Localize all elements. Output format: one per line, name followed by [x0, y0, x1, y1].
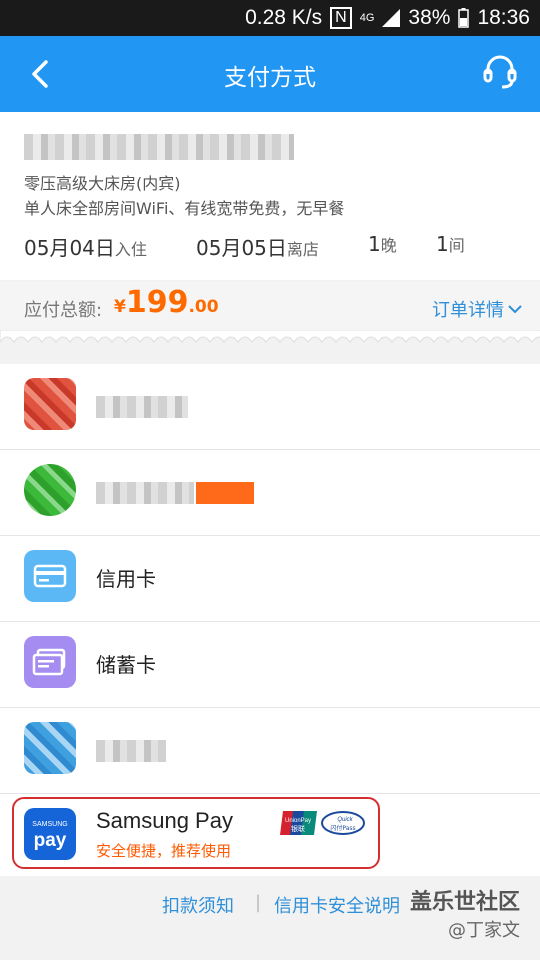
checkin-label: 入住 — [114, 240, 147, 259]
nights-unit: 晚 — [380, 236, 397, 255]
blurred-label — [96, 396, 188, 418]
debit-card-icon — [24, 636, 76, 688]
payment-option-2[interactable] — [0, 450, 540, 536]
ticket-edge — [0, 330, 540, 343]
payment-label: 储蓄卡 — [96, 653, 156, 677]
samsung-pay-subtitle: 安全便捷，推荐使用 — [96, 842, 232, 860]
credit-card-security-link[interactable]: 信用卡安全说明 — [274, 892, 400, 918]
order-details-link[interactable]: 订单详情 — [432, 296, 522, 322]
blurred-payment-icon — [24, 378, 76, 430]
amount-decimal: .00 — [188, 297, 219, 317]
amount-bar: 应付总额: ¥199.00 订单详情 — [0, 281, 540, 333]
watermark-author: @丁家文 — [448, 920, 520, 941]
checkout-date: 05月05日 — [196, 236, 287, 260]
checkout-label: 离店 — [286, 240, 319, 259]
battery-icon — [458, 8, 470, 28]
nfc-icon: N — [330, 7, 352, 29]
status-bar: 0.28 K/s N 4G 38% 18:36 — [0, 0, 540, 36]
order-summary: 零压高级大床房(内宾) 单人床全部房间WiFi、有线宽带免费，无早餐 05月04… — [0, 112, 540, 280]
footer-separator: | — [255, 892, 262, 913]
network-type: 4G — [359, 12, 375, 24]
rooms-count: 1 — [436, 232, 449, 256]
blurred-label — [96, 740, 166, 762]
unionpay-logo-icon: UnionPay 银联 — [280, 811, 317, 835]
page-title: 支付方式 — [224, 65, 316, 91]
amount-label: 应付总额: — [24, 300, 103, 321]
battery-percent: 38% — [408, 6, 451, 29]
svg-text:UnionPay: UnionPay — [285, 818, 311, 824]
app-bar: 支付方式 — [0, 36, 540, 112]
amount-integer: 199 — [125, 285, 189, 320]
blurred-label — [96, 482, 194, 504]
network-speed: 0.28 K/s — [245, 6, 323, 29]
hotel-name-blurred — [24, 134, 294, 160]
credit-card-icon — [24, 550, 76, 602]
blurred-badge — [196, 482, 254, 504]
payment-option-credit-card[interactable]: 信用卡 — [0, 536, 540, 622]
svg-text:银联: 银联 — [291, 824, 305, 833]
currency-symbol: ¥ — [114, 297, 126, 317]
order-details-label: 订单详情 — [432, 300, 504, 321]
payment-label: 信用卡 — [96, 567, 156, 591]
rooms-unit: 间 — [448, 236, 465, 255]
signal-icon — [382, 9, 401, 27]
customer-service-icon[interactable] — [480, 52, 520, 92]
quickpass-logo-icon: Quick 闪付Pass — [321, 811, 365, 835]
watermark-community: 盖乐世社区 — [410, 890, 521, 915]
room-description: 单人床全部房间WiFi、有线宽带免费，无早餐 — [24, 199, 345, 218]
room-type: 零压高级大床房(内宾) — [24, 174, 181, 193]
amount-value: ¥199.00 — [114, 285, 219, 320]
blurred-wechat-icon — [24, 464, 76, 516]
nights-count: 1 — [368, 232, 381, 256]
checkin-date: 05月04日 — [24, 236, 115, 260]
payment-option-1[interactable] — [0, 364, 540, 450]
samsung-pay-title: Samsung Pay — [96, 808, 233, 833]
blurred-payment-icon — [24, 722, 76, 774]
svg-text:闪付Pass: 闪付Pass — [330, 824, 355, 832]
stay-dates: 05月04日入住 05月05日离店 1晚 1间 — [0, 232, 540, 264]
chevron-down-icon — [508, 305, 522, 314]
clock: 18:36 — [477, 6, 530, 29]
svg-text:Quick: Quick — [337, 817, 353, 823]
payment-option-5[interactable] — [0, 708, 540, 794]
deduction-notice-link[interactable]: 扣款须知 — [162, 892, 234, 918]
payment-option-debit-card[interactable]: 储蓄卡 — [0, 622, 540, 708]
